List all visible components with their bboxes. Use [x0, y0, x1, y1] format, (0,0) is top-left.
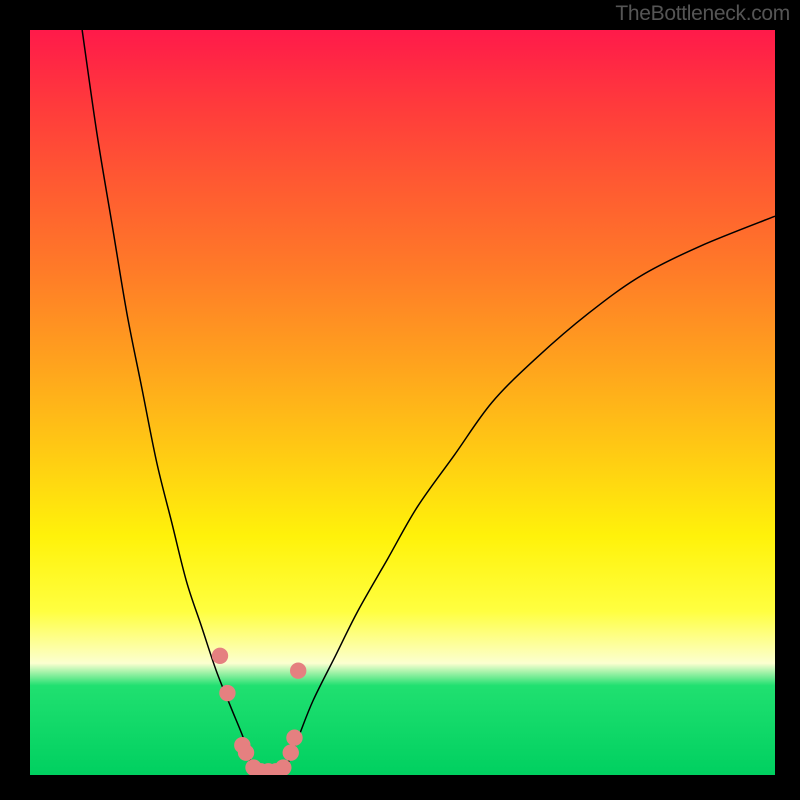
pink-marker	[238, 744, 254, 760]
pink-marker	[283, 744, 299, 760]
pink-marker	[275, 759, 291, 775]
plot-area	[30, 30, 775, 775]
pink-markers-group	[212, 648, 307, 775]
plot-svg	[30, 30, 775, 775]
pink-marker	[286, 730, 302, 746]
pink-marker	[290, 663, 306, 679]
watermark-text: TheBottleneck.com	[615, 2, 790, 26]
pink-marker	[212, 648, 228, 664]
right-curve-path	[283, 216, 775, 775]
bottleneck-chart: TheBottleneck.com	[0, 0, 800, 800]
pink-marker	[219, 685, 235, 701]
left-curve-path	[82, 30, 253, 775]
